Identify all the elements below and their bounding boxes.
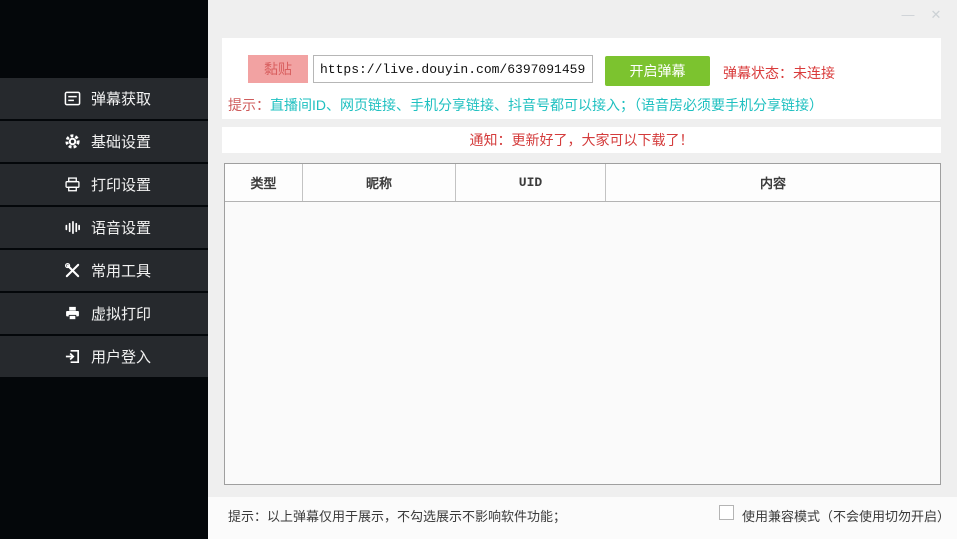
sidebar-item-voice-settings[interactable]: 语音设置 — [0, 207, 208, 248]
sidebar-item-label: 虚拟打印 — [91, 303, 151, 324]
footer: 提示：以上弹幕仅用于展示，不勾选展示不影响软件功能； 使用兼容模式（不会使用切勿… — [208, 497, 957, 539]
notice-bar: 通知：更新好了，大家可以下载了！ — [222, 127, 941, 153]
danmaku-status: 弹幕状态：未连接 — [723, 63, 835, 83]
connect-hint: 提示：直播间ID、网页链接、手机分享链接、抖音号都可以接入；（语音房必须要手机分… — [228, 95, 823, 115]
sidebar-item-virtual-print[interactable]: 虚拟打印 — [0, 293, 208, 334]
tools-icon — [64, 262, 81, 279]
hint-label: 提示： — [228, 97, 270, 113]
column-header-type: 类型 — [225, 164, 303, 201]
sidebar-item-label: 用户登入 — [91, 346, 151, 367]
column-header-nickname: 昵称 — [303, 164, 456, 201]
sidebar-item-label: 基础设置 — [91, 131, 151, 152]
column-header-content: 内容 — [606, 164, 940, 201]
sidebar-item-common-tools[interactable]: 常用工具 — [0, 250, 208, 291]
danmaku-table: 类型 昵称 UID 内容 — [224, 163, 941, 485]
table-body-empty — [225, 202, 940, 484]
footer-hint: 提示：以上弹幕仅用于展示，不勾选展示不影响软件功能； — [228, 506, 566, 525]
printer-icon — [64, 176, 81, 193]
sidebar-item-label: 常用工具 — [91, 260, 151, 281]
minimize-button[interactable]: — — [897, 4, 919, 26]
login-icon — [64, 348, 81, 365]
gear-icon — [64, 133, 81, 150]
danmaku-list-icon — [64, 90, 81, 107]
virtual-printer-icon — [64, 305, 81, 322]
live-url-input[interactable] — [313, 55, 593, 83]
sidebar: 弹幕获取 基础设置 打印设置 — [0, 0, 208, 539]
hint-text: 直播间ID、网页链接、手机分享链接、抖音号都可以接入；（语音房必须要手机分享链接… — [270, 97, 823, 113]
start-danmaku-button[interactable]: 开启弹幕 — [605, 56, 710, 86]
status-value: 未连接 — [793, 65, 835, 81]
voice-wave-icon — [64, 219, 81, 236]
sidebar-item-label: 弹幕获取 — [91, 88, 151, 109]
sidebar-item-print-settings[interactable]: 打印设置 — [0, 164, 208, 205]
sidebar-item-danmaku-capture[interactable]: 弹幕获取 — [0, 78, 208, 119]
close-button[interactable]: ✕ — [925, 4, 947, 26]
column-header-uid: UID — [456, 164, 606, 201]
compat-mode-label[interactable]: 使用兼容模式（不会使用切勿开启） — [742, 506, 950, 525]
paste-button[interactable]: 黏贴 — [248, 55, 308, 83]
app-window: 弹幕获取 基础设置 打印设置 — [0, 0, 957, 539]
sidebar-item-label: 打印设置 — [91, 174, 151, 195]
sidebar-item-user-login[interactable]: 用户登入 — [0, 336, 208, 377]
table-header-row: 类型 昵称 UID 内容 — [225, 164, 940, 202]
sidebar-item-basic-settings[interactable]: 基础设置 — [0, 121, 208, 162]
status-label: 弹幕状态： — [723, 65, 793, 81]
sidebar-item-label: 语音设置 — [91, 217, 151, 238]
compat-mode-checkbox[interactable] — [719, 505, 734, 520]
connect-card: 黏贴 开启弹幕 弹幕状态：未连接 提示：直播间ID、网页链接、手机分享链接、抖音… — [222, 38, 941, 119]
